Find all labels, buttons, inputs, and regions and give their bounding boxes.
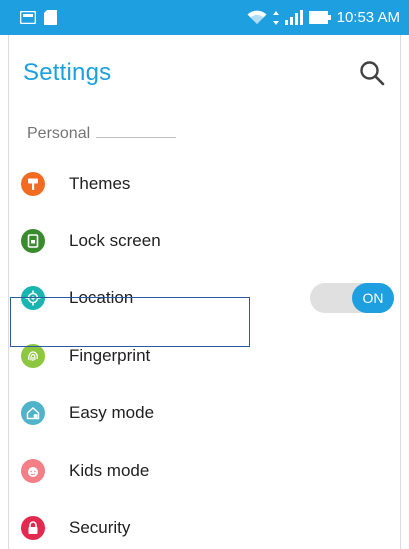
easy-mode-icon	[21, 401, 45, 426]
settings-item-easy-mode[interactable]: Easy mode	[9, 385, 400, 442]
security-icon	[21, 516, 45, 541]
app-bar: Settings	[9, 35, 400, 111]
sd-card-icon	[44, 10, 57, 25]
settings-item-kids-mode[interactable]: Kids mode	[9, 442, 400, 499]
location-toggle[interactable]: ON	[310, 283, 394, 314]
status-right: 10:53 AM	[247, 9, 400, 26]
settings-item-label: Kids mode	[69, 460, 150, 480]
signal-icon	[284, 10, 303, 25]
settings-item-label: Themes	[69, 173, 131, 193]
status-left	[20, 10, 57, 25]
settings-screen: Settings Personal Themes Lock screen Loc…	[8, 35, 401, 549]
section-divider	[96, 136, 177, 138]
search-icon	[360, 61, 385, 86]
settings-item-label: Location	[69, 288, 134, 308]
settings-item-label: Fingerprint	[69, 345, 151, 365]
wifi-icon	[247, 10, 267, 25]
gallery-icon	[20, 11, 36, 24]
kids-mode-icon	[21, 458, 45, 483]
settings-item-label: Lock screen	[69, 231, 161, 251]
page-title: Settings	[23, 59, 112, 86]
settings-item-label: Security	[69, 518, 131, 538]
settings-item-location[interactable]: Location ON	[9, 270, 400, 327]
data-arrows-icon	[272, 10, 279, 25]
section-label: Personal	[27, 125, 91, 142]
location-icon	[21, 286, 45, 311]
settings-item-lock-screen[interactable]: Lock screen	[9, 212, 400, 269]
settings-item-fingerprint[interactable]: Fingerprint	[9, 327, 400, 384]
fingerprint-icon	[21, 343, 45, 368]
settings-item-label: Easy mode	[69, 403, 155, 423]
settings-item-security[interactable]: Security	[9, 499, 400, 549]
battery-icon	[308, 11, 331, 24]
status-time: 10:53 AM	[336, 9, 400, 26]
status-bar: 10:53 AM	[0, 0, 409, 35]
toggle-state: ON	[352, 283, 394, 314]
lock-screen-icon	[21, 229, 45, 254]
settings-list: Themes Lock screen Location ON Fingerpri…	[9, 155, 400, 549]
settings-item-themes[interactable]: Themes	[9, 155, 400, 212]
themes-icon	[21, 171, 45, 196]
search-button[interactable]	[356, 57, 388, 89]
section-header-personal: Personal	[27, 125, 390, 143]
